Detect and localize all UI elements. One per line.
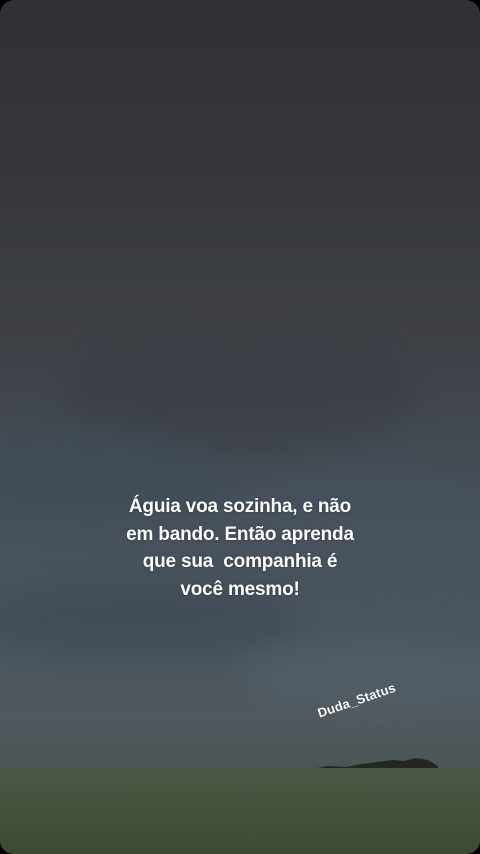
quote-line: você mesmo! <box>180 578 300 600</box>
quote-line: em bando. Então aprenda <box>126 523 354 545</box>
quote-line: que sua companhia é <box>142 551 338 572</box>
quote-text: Águia voa sozinha, e não em bando. Então… <box>0 493 480 603</box>
story-background-photo: Águia voa sozinha, e não em bando. Então… <box>0 0 480 854</box>
quote-line: Águia voa sozinha, e não <box>128 496 352 517</box>
grass-field <box>0 768 480 854</box>
